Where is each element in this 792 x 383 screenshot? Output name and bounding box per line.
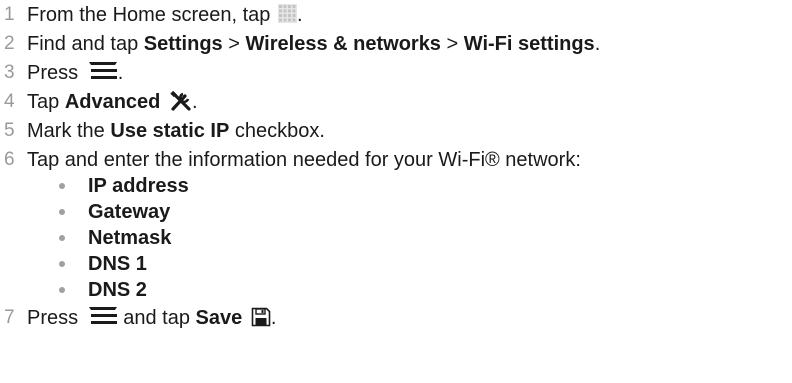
step-number: 2	[4, 33, 15, 54]
settings-label: Settings	[143, 33, 223, 55]
wifi-settings-label: Wi-Fi settings	[463, 33, 595, 55]
step-number: 4	[4, 91, 15, 112]
step-text: Press	[27, 62, 79, 84]
save-icon	[251, 307, 271, 327]
step-text: Find and tap	[27, 33, 139, 55]
bullet-dot	[59, 183, 65, 189]
step-number: 3	[4, 62, 15, 83]
bullet-dot	[59, 209, 65, 215]
menu-icon	[88, 306, 118, 326]
bullet-label: DNS 2	[88, 279, 147, 301]
wireless-networks-label: Wireless & networks	[245, 33, 441, 55]
step-text: Mark the	[27, 120, 105, 142]
bullet-label: Gateway	[88, 201, 171, 223]
use-static-ip-label: Use static IP	[110, 120, 230, 142]
save-label: Save	[195, 307, 243, 329]
menu-icon	[88, 61, 118, 81]
bullet-label: Netmask	[88, 227, 172, 249]
step-number: 5	[4, 120, 15, 141]
apps-grid-icon	[278, 4, 297, 24]
step-text: Press	[27, 307, 79, 329]
step-number: 7	[4, 307, 15, 328]
bullet-dot	[59, 235, 65, 241]
step-number: 6	[4, 149, 15, 170]
step-number: 1	[4, 4, 15, 25]
bullet-label: IP address	[88, 175, 189, 197]
tools-icon	[170, 90, 192, 111]
step-text: From the Home screen, tap	[27, 4, 271, 26]
advanced-label: Advanced	[64, 91, 161, 113]
bullet-dot	[59, 261, 65, 267]
bullet-dot	[59, 287, 65, 293]
instruction-document: 1 From the Home screen, tap . 2 Find and…	[4, 4, 601, 329]
step-text: Tap and enter the information needed for…	[27, 149, 581, 171]
bullet-label: DNS 1	[88, 253, 147, 275]
step-text: Tap	[27, 91, 60, 113]
